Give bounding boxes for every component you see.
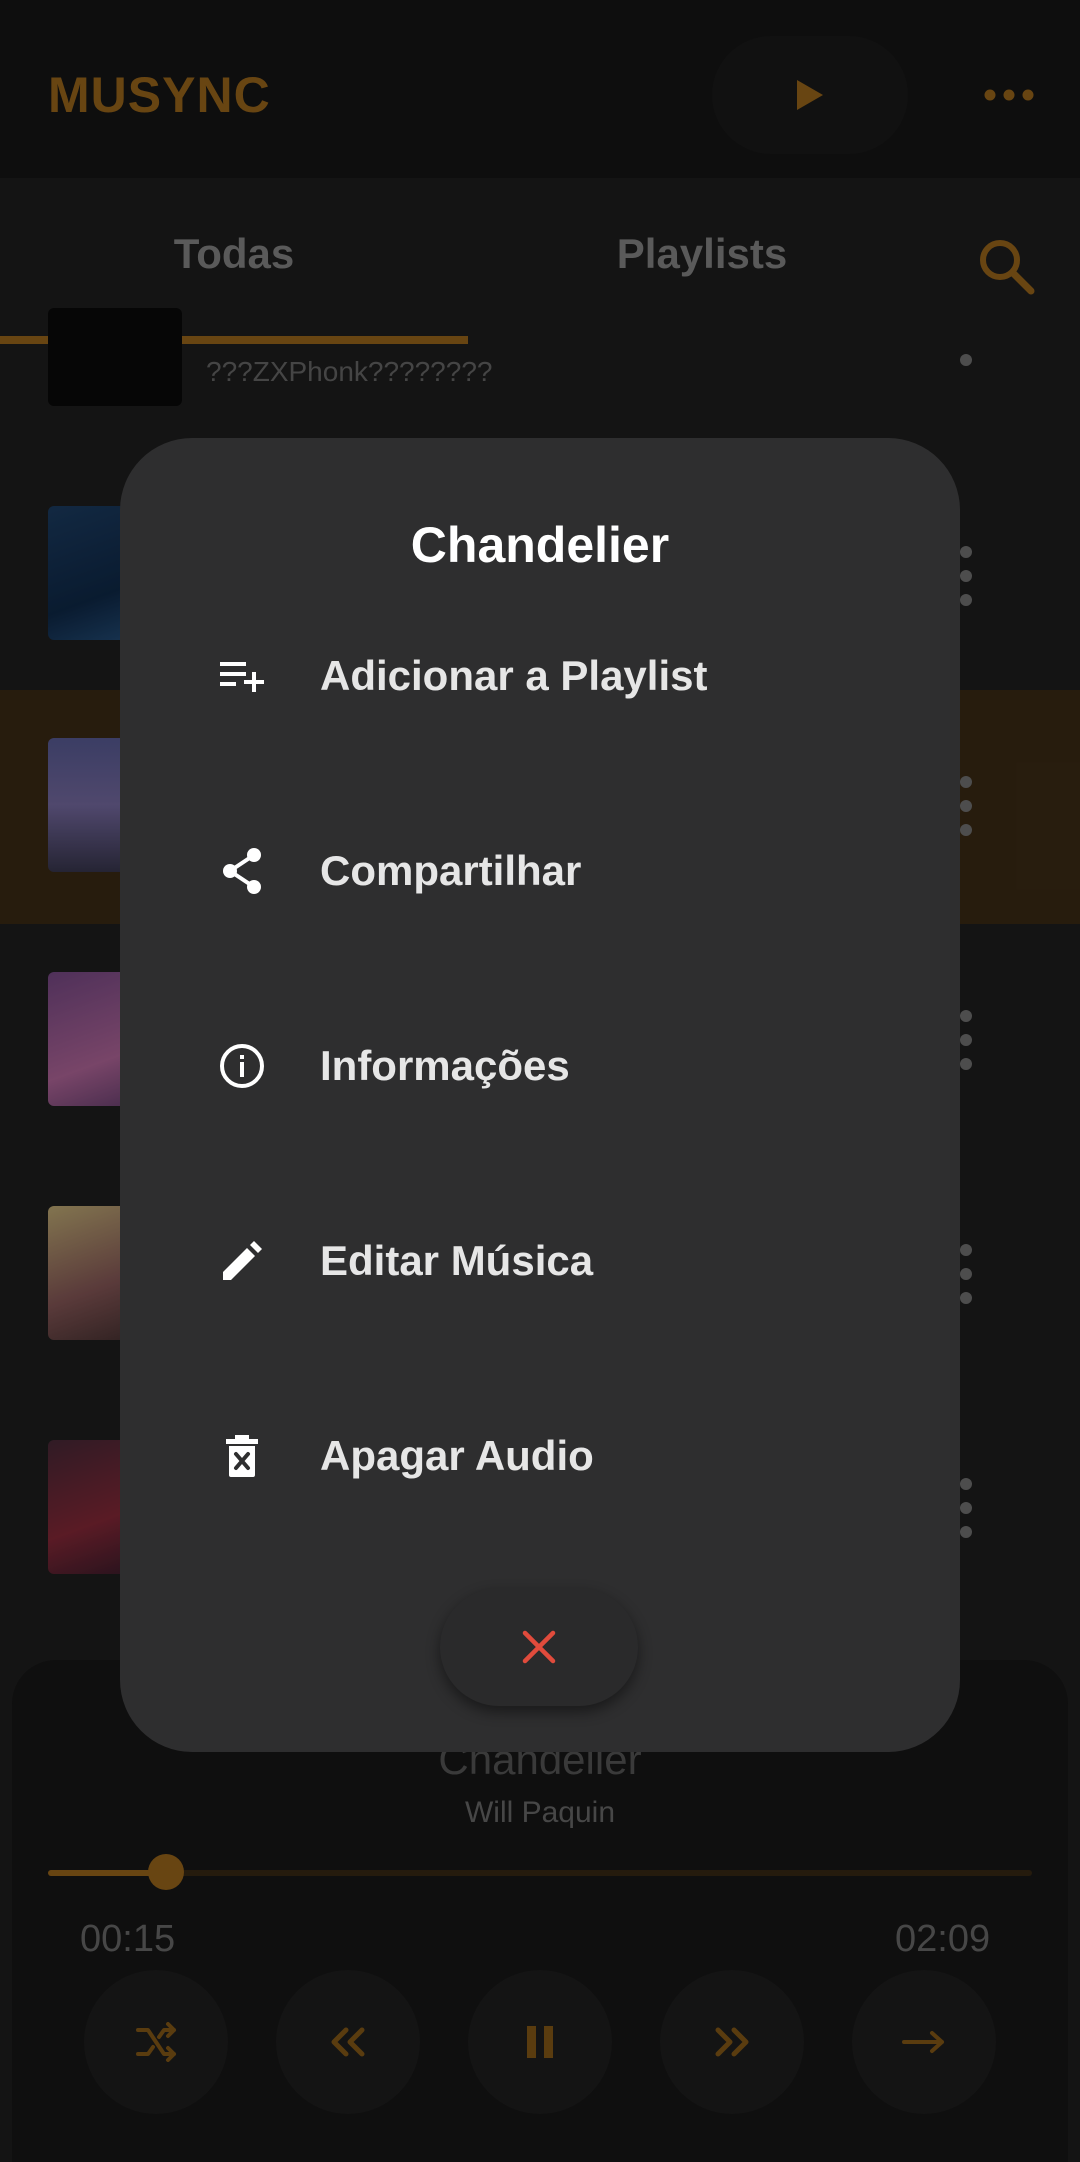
- menu-item-share[interactable]: Compartilhar: [120, 795, 960, 945]
- menu-item-edit-music[interactable]: Editar Música: [120, 1185, 960, 1335]
- delete-icon: [216, 1430, 268, 1482]
- dialog-title: Chandelier: [410, 517, 670, 573]
- menu-item-label: Adicionar a Playlist: [320, 652, 708, 699]
- playlist-add-icon: [216, 650, 268, 702]
- menu-item-label: Editar Música: [320, 1237, 594, 1284]
- info-icon: [216, 1040, 268, 1092]
- edit-pencil-icon: [216, 1235, 268, 1287]
- menu-item-info[interactable]: Informações: [120, 990, 960, 1140]
- menu-item-label: Informações: [320, 1042, 570, 1089]
- menu-item-label: Apagar Audio: [320, 1432, 594, 1479]
- song-options-dialog: Chandelier Adicionar a Playlist Comparti…: [120, 438, 960, 1752]
- share-icon: [216, 845, 268, 897]
- menu-item-label: Compartilhar: [320, 847, 582, 894]
- close-icon: [522, 1630, 556, 1664]
- close-dialog-button[interactable]: [440, 1588, 638, 1706]
- menu-item-add-to-playlist[interactable]: Adicionar a Playlist: [120, 600, 960, 750]
- menu-item-delete-audio[interactable]: Apagar Audio: [120, 1380, 960, 1530]
